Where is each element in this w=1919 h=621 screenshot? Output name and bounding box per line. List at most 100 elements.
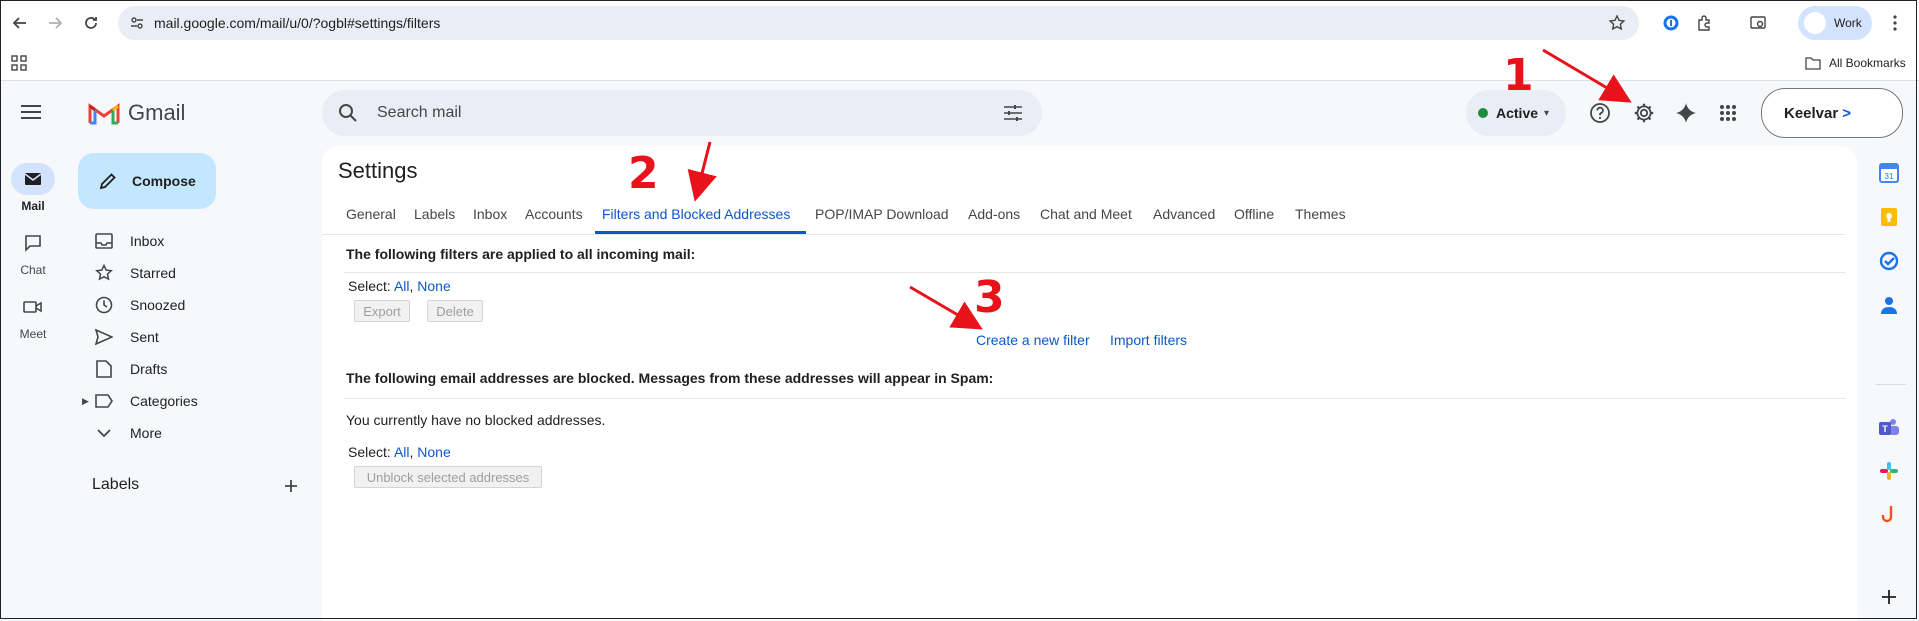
add-addon-icon[interactable] <box>1878 586 1900 608</box>
nav-item-drafts[interactable]: Drafts <box>0 353 300 385</box>
annotation-1: 1 <box>1503 50 1534 101</box>
tab-advanced[interactable]: Advanced <box>1153 206 1215 222</box>
label-icon <box>94 391 114 411</box>
hook-addon-icon[interactable] <box>1878 504 1900 526</box>
nav-item-inbox[interactable]: Inbox <box>0 225 300 257</box>
profile-avatar <box>1804 12 1826 34</box>
account-name: Keelvar <box>1784 104 1839 122</box>
svg-text:T: T <box>1882 424 1888 434</box>
bookmark-star-icon[interactable] <box>1608 14 1626 32</box>
bookmarks-bar: All Bookmarks <box>0 46 1919 81</box>
nav-label: Drafts <box>130 361 168 377</box>
nav-label: Sent <box>130 329 159 345</box>
pencil-icon <box>99 173 116 190</box>
draft-icon <box>94 359 114 379</box>
select-label: Select: <box>348 278 391 294</box>
tab-inbox[interactable]: Inbox <box>473 206 507 222</box>
nav-item-snoozed[interactable]: Snoozed <box>0 289 300 321</box>
tab-chat-and-meet[interactable]: Chat and Meet <box>1040 206 1132 222</box>
svg-text:31: 31 <box>1885 172 1894 181</box>
compose-button[interactable]: Compose <box>78 153 216 209</box>
nav-label: Categories <box>130 393 198 409</box>
teams-icon[interactable]: T <box>1878 416 1900 438</box>
search-bar[interactable]: Search mail <box>322 90 1042 136</box>
divider <box>344 272 1846 273</box>
tab-add-ons[interactable]: Add-ons <box>968 206 1020 222</box>
reload-icon[interactable] <box>79 11 103 35</box>
extensions-icon[interactable] <box>1693 11 1717 35</box>
gmail-logo[interactable]: Gmail <box>88 100 185 126</box>
rail-item-mail[interactable]: Mail <box>0 163 66 213</box>
profile-chip[interactable]: Work <box>1798 6 1872 40</box>
nav-label: Starred <box>130 265 176 281</box>
help-icon[interactable] <box>1588 101 1612 125</box>
account-switcher[interactable]: Keelvar > <box>1761 88 1903 138</box>
tab-general[interactable]: General <box>346 206 396 222</box>
blocked-heading: The following email addresses are blocke… <box>346 370 994 386</box>
compose-label: Compose <box>132 173 196 189</box>
apps-grid-icon[interactable] <box>11 55 27 76</box>
select-none-link[interactable]: None <box>417 444 450 460</box>
select-all-link[interactable]: All <box>394 278 410 294</box>
settings-gear-icon[interactable] <box>1632 101 1656 125</box>
gemini-sparkle-icon[interactable] <box>1674 101 1698 125</box>
delete-button[interactable]: Delete <box>427 300 483 322</box>
tasks-icon[interactable] <box>1878 250 1900 272</box>
filters-heading: The following filters are applied to all… <box>346 246 696 262</box>
annotation-3: 3 <box>974 272 1005 323</box>
create-new-filter-link[interactable]: Create a new filter <box>976 332 1090 348</box>
status-label: Active <box>1496 105 1539 121</box>
unblock-selected-button[interactable]: Unblock selected addresses <box>354 466 542 488</box>
settings-tabs: General Labels Inbox Accounts Filters an… <box>322 194 1845 235</box>
keep-icon[interactable] <box>1878 206 1900 228</box>
divider <box>1876 384 1906 385</box>
export-button[interactable]: Export <box>354 300 410 322</box>
send-icon <box>94 327 114 347</box>
expand-arrow-icon[interactable]: ▶ <box>82 396 89 407</box>
tab-accounts[interactable]: Accounts <box>525 206 583 222</box>
gmail-logo-text: Gmail <box>128 100 186 125</box>
mail-icon <box>11 163 55 195</box>
site-settings-icon[interactable] <box>130 16 144 30</box>
nav-item-more[interactable]: More <box>0 417 300 449</box>
forward-icon[interactable] <box>43 11 67 35</box>
nav-label: More <box>130 425 162 441</box>
all-bookmarks-label: All Bookmarks <box>1829 56 1906 70</box>
tab-labels[interactable]: Labels <box>414 206 455 222</box>
tab-pop-imap-download[interactable]: POP/IMAP Download <box>815 206 949 222</box>
slack-icon[interactable] <box>1878 460 1900 482</box>
clock-icon <box>94 295 114 315</box>
nav-label: Inbox <box>130 233 165 249</box>
tab-themes[interactable]: Themes <box>1295 206 1346 222</box>
folder-icon <box>1805 57 1821 70</box>
status-dot <box>1478 108 1488 118</box>
password-manager-icon[interactable] <box>1659 11 1683 35</box>
google-apps-icon[interactable] <box>1716 101 1740 125</box>
select-label: Select: <box>348 444 391 460</box>
chrome-menu-icon[interactable] <box>1883 11 1907 35</box>
add-label-icon[interactable] <box>283 478 303 498</box>
tab-search-icon[interactable] <box>1746 11 1770 35</box>
search-input[interactable]: Search mail <box>377 104 461 122</box>
search-options-icon[interactable] <box>1003 104 1023 122</box>
nav-item-categories[interactable]: ▶ Categories <box>0 385 300 417</box>
nav-item-sent[interactable]: Sent <box>0 321 300 353</box>
calendar-icon[interactable]: 31 <box>1878 162 1900 184</box>
nav-item-starred[interactable]: Starred <box>0 257 300 289</box>
contacts-icon[interactable] <box>1878 294 1900 316</box>
star-icon <box>94 263 114 283</box>
divider <box>344 398 1846 399</box>
tab-offline[interactable]: Offline <box>1234 206 1274 222</box>
search-icon[interactable] <box>338 103 358 123</box>
filters-select-line: Select: All, None <box>348 278 451 294</box>
select-all-link[interactable]: All <box>394 444 410 460</box>
labels-heading: Labels <box>92 476 140 493</box>
all-bookmarks[interactable]: All Bookmarks <box>1805 56 1906 70</box>
select-none-link[interactable]: None <box>417 278 450 294</box>
url-text: mail.google.com/mail/u/0/?ogbl#settings/… <box>154 15 441 31</box>
back-icon[interactable] <box>8 11 32 35</box>
address-bar[interactable]: mail.google.com/mail/u/0/?ogbl#settings/… <box>118 6 1639 40</box>
tab-filters-and-blocked-addresses[interactable]: Filters and Blocked Addresses <box>602 206 790 222</box>
import-filters-link[interactable]: Import filters <box>1110 332 1187 348</box>
inbox-icon <box>94 231 114 251</box>
